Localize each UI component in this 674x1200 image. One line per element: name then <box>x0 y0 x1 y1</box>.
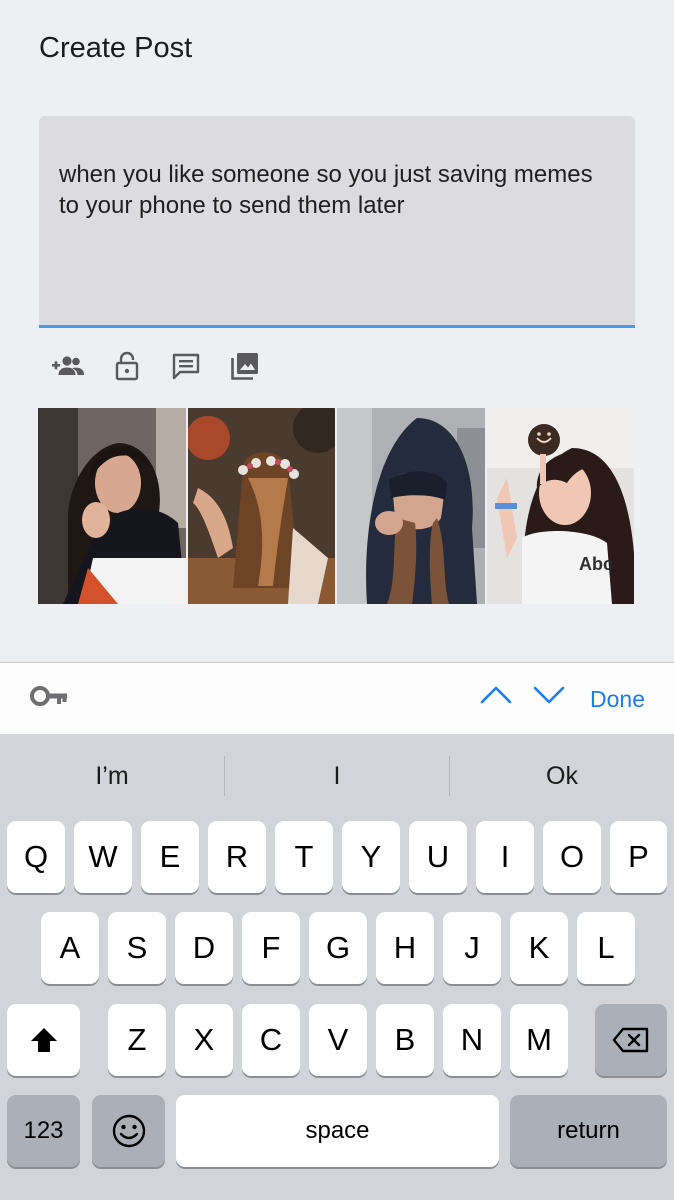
photo-1-image <box>38 408 186 604</box>
post-toolbar <box>48 348 284 384</box>
key-k[interactable]: K <box>510 912 568 984</box>
key-o[interactable]: O <box>543 821 601 893</box>
post-text-input[interactable]: when you like someone so you just saving… <box>39 116 635 328</box>
key-z[interactable]: Z <box>108 1004 166 1076</box>
key-w[interactable]: W <box>74 821 132 893</box>
post-text: when you like someone so you just saving… <box>59 161 593 219</box>
key-t[interactable]: T <box>275 821 333 893</box>
numbers-key[interactable]: 123 <box>7 1095 80 1167</box>
suggestion-item[interactable]: I <box>225 756 449 796</box>
shift-icon <box>30 1028 57 1052</box>
gallery-photo[interactable] <box>38 408 186 604</box>
key-r[interactable]: R <box>208 821 266 893</box>
emoji-icon <box>112 1114 145 1148</box>
key-g[interactable]: G <box>309 912 367 984</box>
key-x[interactable]: X <box>175 1004 233 1076</box>
gallery-photo[interactable]: Abc <box>486 408 634 604</box>
key-a[interactable]: A <box>41 912 99 984</box>
svg-text:Abc: Abc <box>579 554 613 574</box>
backspace-icon <box>612 1027 649 1053</box>
suggestion-bar: I’m I Ok <box>0 734 674 814</box>
return-key[interactable]: return <box>510 1095 667 1167</box>
photo-2-image <box>187 408 335 604</box>
chevron-up-icon[interactable] <box>480 685 512 705</box>
key-i[interactable]: I <box>476 821 534 893</box>
gallery-photo[interactable] <box>337 408 485 604</box>
photo-4-image: Abc <box>486 408 634 604</box>
key-icon[interactable] <box>30 685 68 707</box>
key-h[interactable]: H <box>376 912 434 984</box>
comment-button[interactable] <box>166 348 206 384</box>
key-e[interactable]: E <box>141 821 199 893</box>
done-button[interactable]: Done <box>590 686 645 713</box>
photo-3-image <box>337 408 485 604</box>
photo-gallery: Abc <box>38 408 635 604</box>
key-j[interactable]: J <box>443 912 501 984</box>
key-n[interactable]: N <box>443 1004 501 1076</box>
key-u[interactable]: U <box>409 821 467 893</box>
emoji-key[interactable] <box>92 1095 165 1167</box>
privacy-button[interactable] <box>107 348 147 384</box>
key-c[interactable]: C <box>242 1004 300 1076</box>
key-d[interactable]: D <box>175 912 233 984</box>
photos-icon <box>231 353 258 380</box>
backspace-key[interactable] <box>595 1004 667 1076</box>
space-key[interactable]: space <box>176 1095 499 1167</box>
key-f[interactable]: F <box>242 912 300 984</box>
suggestion-item[interactable]: Ok <box>450 756 674 796</box>
shift-key[interactable] <box>7 1004 80 1076</box>
key-l[interactable]: L <box>577 912 635 984</box>
create-post-screen: Create Post when you like someone so you… <box>0 0 674 662</box>
key-b[interactable]: B <box>376 1004 434 1076</box>
lock-icon <box>115 351 139 381</box>
comment-icon <box>172 353 200 380</box>
add-friends-icon <box>52 356 84 375</box>
key-q[interactable]: Q <box>7 821 65 893</box>
key-v[interactable]: V <box>309 1004 367 1076</box>
key-m[interactable]: M <box>510 1004 568 1076</box>
add-friends-button[interactable] <box>48 348 88 384</box>
chevron-down-icon[interactable] <box>533 685 565 705</box>
photos-button[interactable] <box>225 348 265 384</box>
key-p[interactable]: P <box>610 821 667 893</box>
suggestion-item[interactable]: I’m <box>0 756 224 796</box>
page-title: Create Post <box>39 32 193 64</box>
key-s[interactable]: S <box>108 912 166 984</box>
gallery-photo[interactable] <box>187 408 335 604</box>
key-y[interactable]: Y <box>342 821 400 893</box>
keyboard-accessory-bar: Done <box>0 662 674 734</box>
keyboard: I’m I Ok Q W E R T Y U I O P A S D F G H… <box>0 734 674 1200</box>
